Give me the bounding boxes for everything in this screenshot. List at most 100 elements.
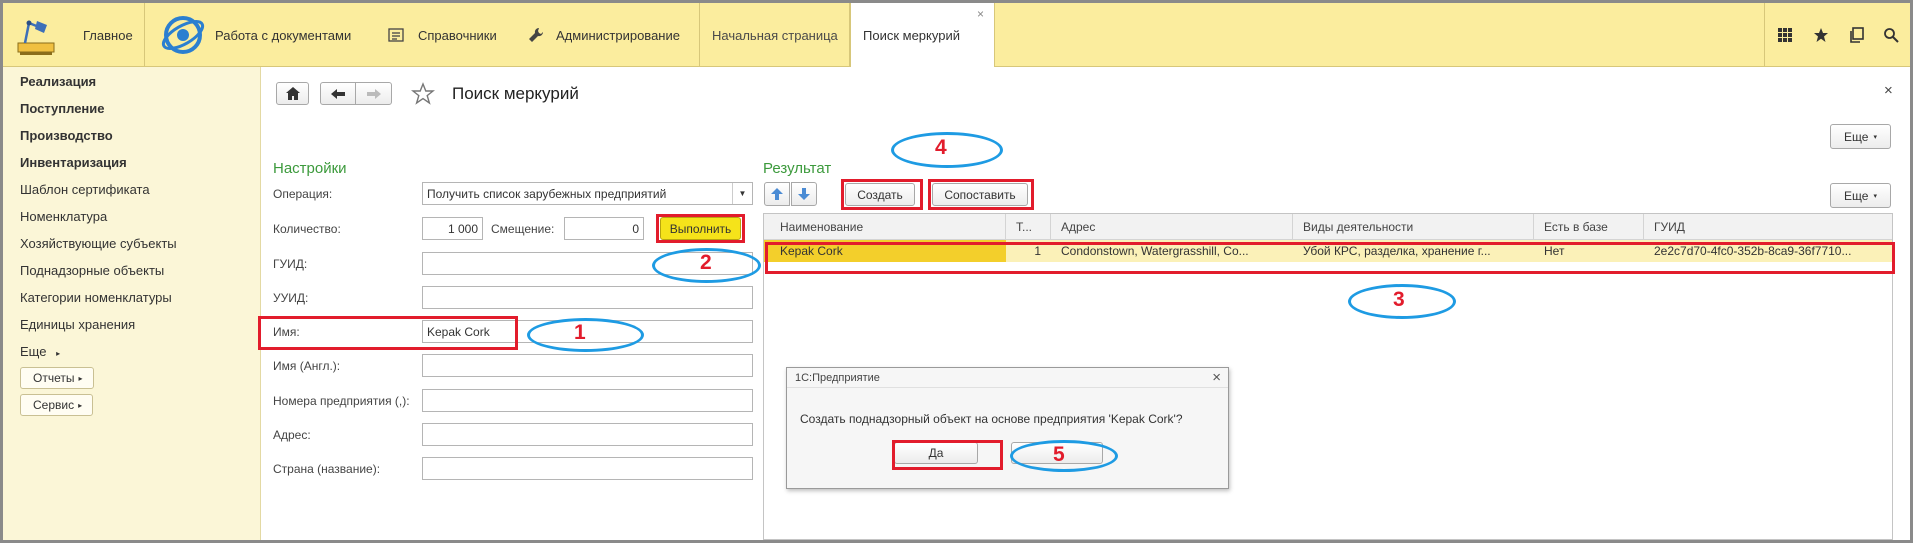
dialog-title: 1С:Предприятие [795, 371, 880, 384]
more-button-result[interactable]: Еще ▾ [1830, 183, 1891, 208]
tab-close-icon[interactable]: × [977, 7, 984, 21]
tab-mercury-search-label: Поиск меркурий [863, 27, 960, 43]
operation-value: Получить список зарубежных предприятий [427, 186, 667, 201]
column-header-address[interactable]: Адрес [1051, 214, 1293, 240]
arrow-up-icon [771, 188, 783, 200]
column-header-in-base[interactable]: Есть в базе [1534, 214, 1644, 240]
caret-down-icon: ▾ [1873, 133, 1877, 141]
guid-label: ГУИД: [273, 257, 308, 271]
count-input[interactable]: 1 000 [422, 217, 483, 240]
callout-box-yes [892, 440, 1003, 470]
back-button[interactable] [320, 82, 356, 105]
confirm-dialog: 1С:Предприятие × Создать поднадзорный об… [786, 367, 1229, 489]
sidebar-item-more[interactable]: Еще ▸ [20, 344, 60, 359]
sidebar-item-inventory[interactable]: Инвентаризация [20, 155, 127, 170]
caret-right-icon: ▸ [56, 349, 61, 358]
offset-label: Смещение: [491, 222, 555, 236]
caret-right-icon: ▸ [78, 400, 83, 410]
sidebar-item-production[interactable]: Производство [20, 128, 113, 143]
uuid-input[interactable] [422, 286, 753, 309]
arrow-left-icon [331, 88, 345, 99]
section-references-label: Справочники [418, 27, 497, 43]
sidebar: Реализация Поступление Производство Инве… [3, 67, 261, 540]
close-form-icon[interactable]: × [1884, 82, 1893, 99]
section-documents-label: Работа с документами [215, 27, 352, 43]
result-group-label: Результат [763, 160, 832, 177]
sidebar-item-receipts[interactable]: Поступление [20, 101, 105, 116]
sidebar-more-label: Еще [20, 344, 47, 359]
table-header: Наименование Т... Адрес Виды деятельност… [764, 214, 1892, 240]
move-up-button[interactable] [764, 182, 790, 206]
more-button-top[interactable]: Еще ▾ [1830, 124, 1891, 149]
dialog-close-icon[interactable]: × [1212, 369, 1221, 386]
service-button-label: Сервис [33, 398, 75, 412]
section-administration-label: Администрирование [556, 27, 680, 43]
enterprise-numbers-input[interactable] [422, 389, 753, 412]
name-en-input[interactable] [422, 354, 753, 377]
column-header-name[interactable]: Наименование [764, 214, 1006, 240]
sidebar-item-nomenclature[interactable]: Номенклатура [20, 209, 107, 224]
tab-start-page-label: Начальная страница [712, 27, 838, 43]
arrow-down-icon [798, 188, 810, 200]
callout-box-name [258, 316, 518, 350]
offset-input[interactable]: 0 [564, 217, 644, 240]
uuid-label: УУИД: [273, 291, 309, 305]
more-button-result-label: Еще [1844, 188, 1869, 203]
home-button[interactable] [276, 82, 309, 105]
dialog-message: Создать поднадзорный объект на основе пр… [800, 412, 1183, 426]
sidebar-item-storage-units[interactable]: Единицы хранения [20, 317, 135, 332]
sidebar-item-nomenclature-categories[interactable]: Категории номенклатуры [20, 290, 172, 305]
callout-box-row [765, 242, 1895, 274]
dialog-title-bar: 1С:Предприятие [787, 368, 1228, 388]
tab-start-page[interactable]: Начальная страница [700, 3, 850, 67]
sidebar-item-certificate-template[interactable]: Шаблон сертификата [20, 182, 150, 197]
star-icon[interactable] [1803, 3, 1839, 67]
section-main[interactable]: Главное [15, 3, 141, 67]
count-label: Количество: [273, 222, 341, 236]
service-button[interactable]: Сервис ▸ [20, 394, 94, 416]
desk-lamp-icon [15, 13, 59, 57]
move-down-button[interactable] [791, 182, 817, 206]
search-icon[interactable] [1873, 3, 1909, 67]
top-bar: Главное Работа с документами Справочники [3, 3, 1910, 67]
wrench-icon [528, 27, 544, 43]
callout-box-create [841, 179, 923, 210]
section-references[interactable]: Справочники [388, 3, 518, 67]
list-icon [388, 27, 404, 43]
reports-button[interactable]: Отчеты ▸ [20, 367, 94, 389]
favorite-star-icon[interactable] [410, 82, 436, 106]
grid-icon[interactable] [1767, 3, 1803, 67]
country-input[interactable] [422, 457, 753, 480]
globe-icon [159, 11, 207, 59]
section-documents[interactable]: Работа с документами [159, 3, 369, 67]
callout-box-run [656, 214, 745, 243]
tab-mercury-search[interactable]: Поиск меркурий × [850, 3, 995, 67]
caret-right-icon: ▸ [78, 373, 83, 383]
address-label: Адрес: [273, 428, 311, 442]
operation-label: Операция: [273, 187, 333, 201]
sidebar-item-supervised-objects[interactable]: Поднадзорные объекты [20, 263, 164, 278]
callout-number-4: 4 [935, 136, 947, 159]
offset-value: 0 [632, 221, 639, 236]
arrow-right-icon [366, 88, 381, 99]
operation-select[interactable]: Получить список зарубежных предприятий ▼ [422, 182, 753, 205]
name-en-label: Имя (Англ.): [273, 359, 341, 373]
address-input[interactable] [422, 423, 753, 446]
page-title: Поиск меркурий [452, 84, 579, 103]
settings-group-label: Настройки [273, 160, 347, 177]
section-main-label: Главное [83, 27, 133, 43]
forward-button[interactable] [355, 82, 392, 105]
caret-down-icon: ▾ [1873, 192, 1877, 200]
sidebar-item-business-entities[interactable]: Хозяйствующие субъекты [20, 236, 177, 251]
column-header-guid[interactable]: ГУИД [1644, 214, 1892, 240]
history-icon[interactable] [1839, 3, 1875, 67]
country-label: Страна (название): [273, 462, 381, 476]
column-header-activities[interactable]: Виды деятельности [1293, 214, 1534, 240]
section-administration[interactable]: Администрирование [528, 3, 698, 67]
dropdown-arrow-icon[interactable]: ▼ [732, 183, 752, 204]
more-button-top-label: Еще [1844, 129, 1869, 144]
sidebar-item-sales[interactable]: Реализация [20, 74, 96, 89]
count-value: 1 000 [447, 221, 478, 236]
home-icon [285, 87, 300, 100]
column-header-type[interactable]: Т... [1006, 214, 1051, 240]
